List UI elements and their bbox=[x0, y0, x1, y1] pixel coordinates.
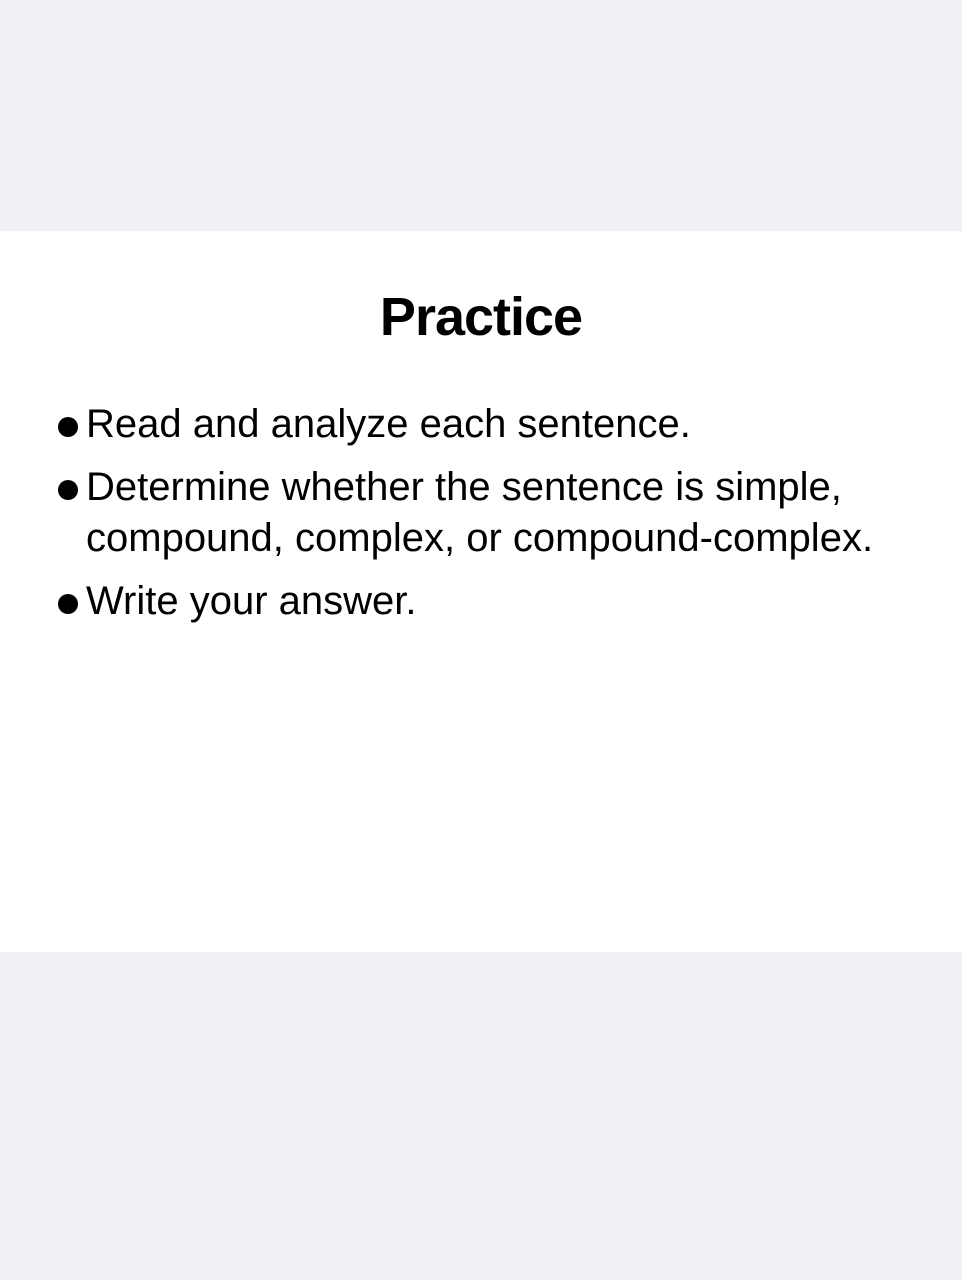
slide-title: Practice bbox=[379, 287, 583, 347]
slide: Practice Read and analyze each sentence.… bbox=[0, 231, 962, 952]
bullet-dot-icon bbox=[58, 594, 78, 614]
bullet-text: Read and analyze each sentence. bbox=[86, 402, 691, 446]
bottom-margin bbox=[0, 952, 962, 1280]
bullet-text: Write your answer. bbox=[86, 579, 417, 623]
bullet-item: Write your answer. bbox=[58, 576, 918, 627]
bullet-list: Read and analyze each sentence. Determin… bbox=[58, 399, 918, 639]
top-margin bbox=[0, 0, 962, 231]
bullet-dot-icon bbox=[58, 480, 78, 500]
bullet-dot-icon bbox=[58, 417, 78, 437]
bullet-item: Read and analyze each sentence. bbox=[58, 399, 918, 450]
bullet-text: Determine whether the sentence is simple… bbox=[86, 465, 874, 560]
bullet-item: Determine whether the sentence is simple… bbox=[58, 462, 918, 564]
